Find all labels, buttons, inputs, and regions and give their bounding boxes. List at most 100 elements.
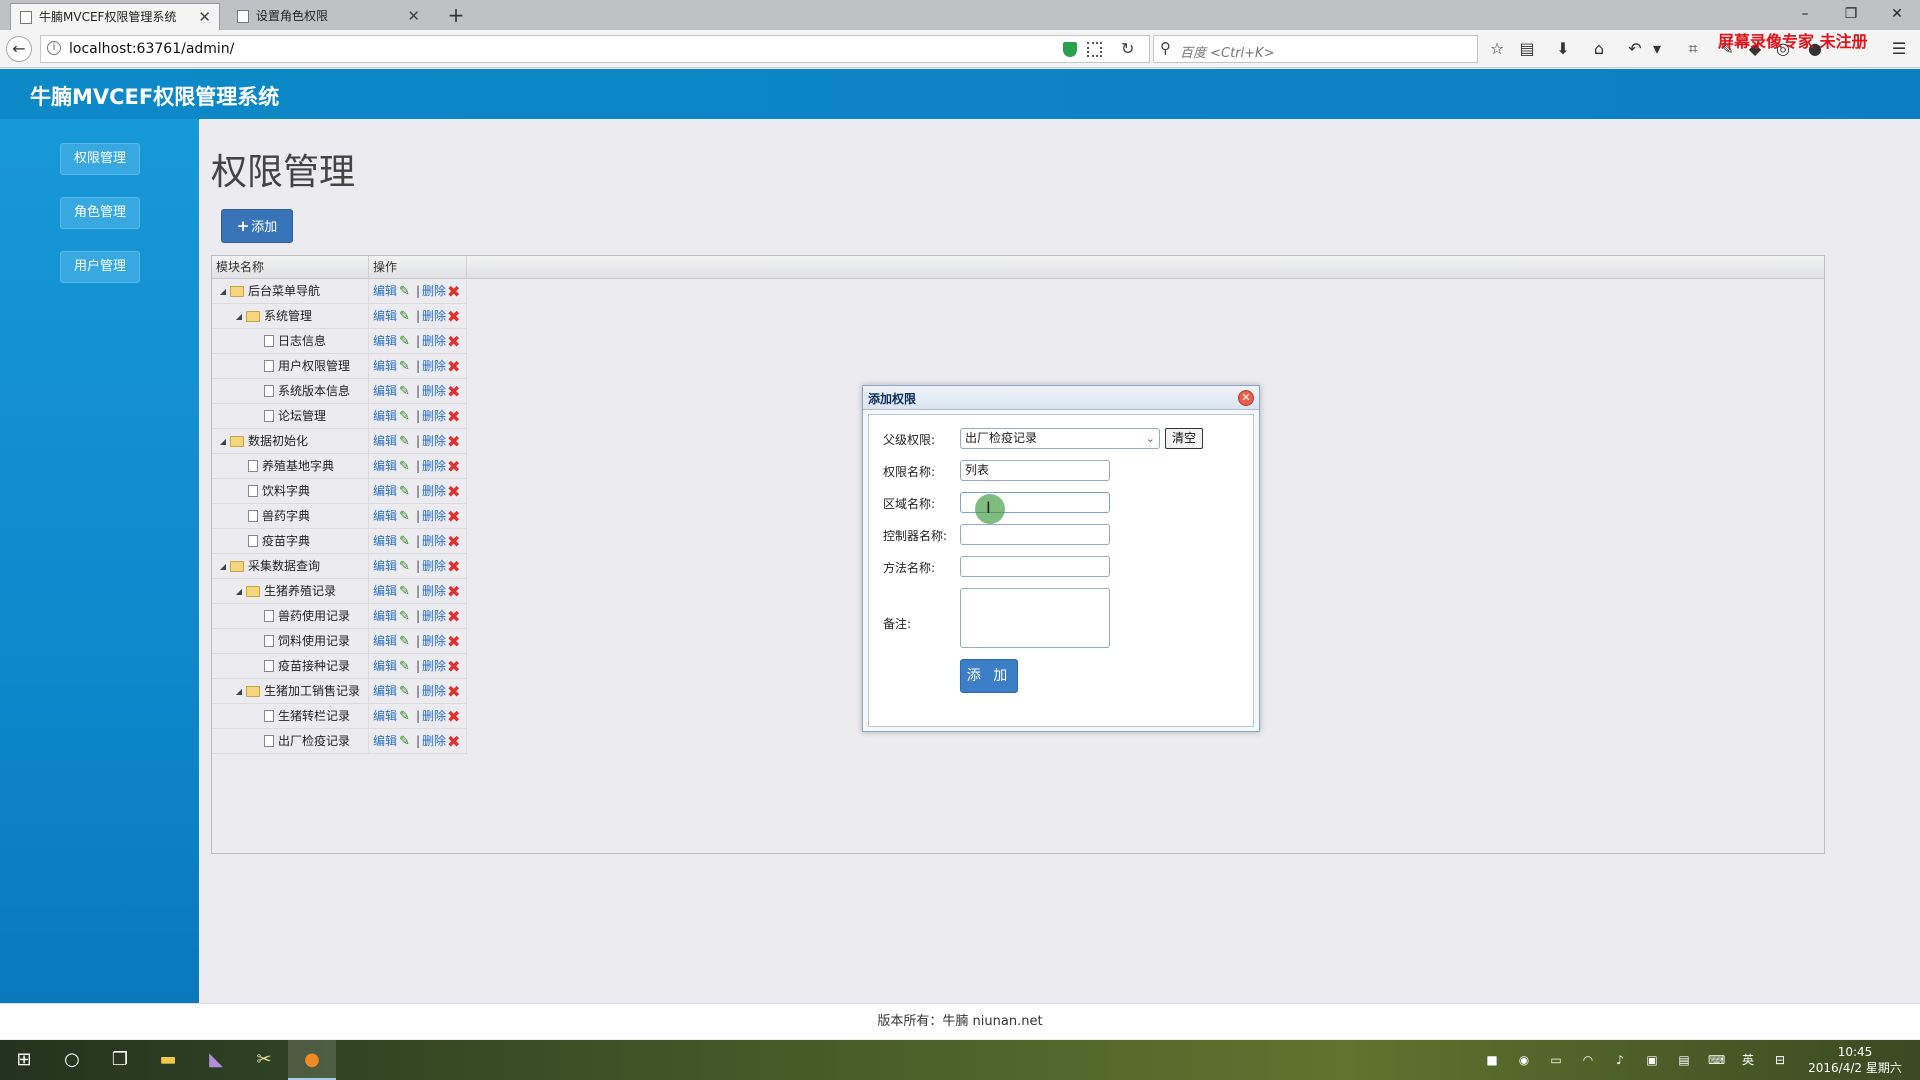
tray-recorder-icon[interactable]: ■ bbox=[1484, 1052, 1500, 1068]
search-bar[interactable]: ⚲ 百度 <Ctrl+K> bbox=[1153, 35, 1478, 63]
edit-link[interactable]: 编辑 bbox=[373, 279, 397, 304]
minimize-button[interactable]: – bbox=[1782, 0, 1828, 28]
pencil-icon[interactable]: ✎ bbox=[399, 479, 410, 504]
bookmark-star-icon[interactable]: ☆ bbox=[1486, 38, 1508, 60]
table-row[interactable]: ◢ 数据初始化 编辑 ✎ | 删除 ✖ bbox=[212, 429, 467, 454]
pencil-icon[interactable]: ✎ bbox=[399, 304, 410, 329]
home-icon[interactable]: ⌂ bbox=[1588, 38, 1610, 60]
delete-x-icon[interactable]: ✖ bbox=[447, 379, 460, 404]
close-icon[interactable]: ✕ bbox=[1238, 390, 1254, 406]
search-input[interactable]: 百度 <Ctrl+K> bbox=[1180, 42, 1274, 61]
close-window-button[interactable]: ✕ bbox=[1874, 0, 1920, 28]
edit-link[interactable]: 编辑 bbox=[373, 679, 397, 704]
tree-node-label[interactable]: 兽药字典 bbox=[262, 504, 310, 529]
table-row[interactable]: 养殖基地字典 编辑 ✎ | 删除 ✖ bbox=[212, 454, 467, 479]
edit-link[interactable]: 编辑 bbox=[373, 704, 397, 729]
pencil-icon[interactable]: ✎ bbox=[399, 679, 410, 704]
tree-node-label[interactable]: 出厂检疫记录 bbox=[278, 729, 350, 754]
tree-node-label[interactable]: 生猪养殖记录 bbox=[264, 579, 336, 604]
action-name-input[interactable] bbox=[960, 556, 1110, 577]
wifi-icon[interactable]: ◠ bbox=[1580, 1052, 1596, 1068]
browser-tab-admin[interactable]: 牛腩MVCEF权限管理系统 ✕ bbox=[10, 3, 220, 30]
delete-link[interactable]: 删除 bbox=[422, 604, 446, 629]
edit-link[interactable]: 编辑 bbox=[373, 304, 397, 329]
close-tab-icon[interactable]: ✕ bbox=[407, 3, 420, 30]
back-button[interactable]: ← bbox=[6, 36, 32, 62]
pencil-icon[interactable]: ✎ bbox=[399, 554, 410, 579]
download-icon[interactable]: ⬇ bbox=[1552, 38, 1574, 60]
action-center-icon[interactable]: ▤ bbox=[1676, 1052, 1692, 1068]
task-view-icon[interactable]: ❐ bbox=[96, 1040, 144, 1080]
delete-link[interactable]: 删除 bbox=[422, 479, 446, 504]
table-row[interactable]: 兽药字典 编辑 ✎ | 删除 ✖ bbox=[212, 504, 467, 529]
pencil-icon[interactable]: ✎ bbox=[399, 329, 410, 354]
delete-link[interactable]: 删除 bbox=[422, 629, 446, 654]
pencil-icon[interactable]: ✎ bbox=[399, 404, 410, 429]
table-row[interactable]: ◢ 生猪养殖记录 编辑 ✎ | 删除 ✖ bbox=[212, 579, 467, 604]
tree-node-label[interactable]: 系统版本信息 bbox=[278, 379, 350, 404]
edit-link[interactable]: 编辑 bbox=[373, 479, 397, 504]
pencil-icon[interactable]: ✎ bbox=[399, 704, 410, 729]
ime-indicator[interactable]: 英 bbox=[1740, 1052, 1756, 1068]
url-bar[interactable]: i localhost:63761/admin/ ↻ bbox=[40, 35, 1150, 63]
dropdown-arrow-icon[interactable]: ▾ bbox=[1646, 38, 1668, 60]
reload-icon[interactable]: ↻ bbox=[1121, 39, 1134, 58]
search-circle-icon[interactable]: ○ bbox=[48, 1040, 96, 1080]
collapse-arrow-icon[interactable]: ◢ bbox=[218, 554, 228, 579]
table-row[interactable]: ◢ 系统管理 编辑 ✎ | 删除 ✖ bbox=[212, 304, 467, 329]
tray-app-icon[interactable]: ◉ bbox=[1516, 1052, 1532, 1068]
tree-node-label[interactable]: 饲料使用记录 bbox=[278, 629, 350, 654]
tree-node-label[interactable]: 生猪加工销售记录 bbox=[264, 679, 360, 704]
table-row[interactable]: 生猪转栏记录 编辑 ✎ | 删除 ✖ bbox=[212, 704, 467, 729]
pencil-icon[interactable]: ✎ bbox=[399, 429, 410, 454]
network-icon[interactable]: ▣ bbox=[1644, 1052, 1660, 1068]
add-button[interactable]: + 添加 bbox=[221, 209, 293, 243]
pencil-icon[interactable]: ✎ bbox=[399, 454, 410, 479]
delete-link[interactable]: 删除 bbox=[422, 729, 446, 754]
collapse-arrow-icon[interactable]: ◢ bbox=[234, 679, 244, 704]
tree-node-label[interactable]: 论坛管理 bbox=[278, 404, 326, 429]
delete-link[interactable]: 删除 bbox=[422, 504, 446, 529]
tree-node-label[interactable]: 数据初始化 bbox=[248, 429, 308, 454]
edit-link[interactable]: 编辑 bbox=[373, 554, 397, 579]
tree-node-label[interactable]: 系统管理 bbox=[264, 304, 312, 329]
column-header-module-name[interactable]: 模块名称 bbox=[212, 256, 369, 279]
restore-button[interactable]: ❐ bbox=[1828, 0, 1874, 28]
tree-node-label[interactable]: 养殖基地字典 bbox=[262, 454, 334, 479]
delete-x-icon[interactable]: ✖ bbox=[447, 579, 460, 604]
delete-link[interactable]: 删除 bbox=[422, 654, 446, 679]
table-row[interactable]: 疫苗接种记录 编辑 ✎ | 删除 ✖ bbox=[212, 654, 467, 679]
parent-permission-select[interactable]: 出厂检疫记录 ⌄ bbox=[960, 428, 1160, 449]
info-icon[interactable]: i bbox=[47, 41, 61, 55]
table-row[interactable]: 用户权限管理 编辑 ✎ | 删除 ✖ bbox=[212, 354, 467, 379]
edit-link[interactable]: 编辑 bbox=[373, 579, 397, 604]
edit-link[interactable]: 编辑 bbox=[373, 504, 397, 529]
keyboard-icon[interactable]: ⌨ bbox=[1708, 1052, 1725, 1068]
delete-x-icon[interactable]: ✖ bbox=[447, 479, 460, 504]
pencil-icon[interactable]: ✎ bbox=[399, 579, 410, 604]
sidebar-item-users[interactable]: 用户管理 bbox=[60, 251, 140, 283]
delete-link[interactable]: 删除 bbox=[422, 354, 446, 379]
pencil-icon[interactable]: ✎ bbox=[399, 629, 410, 654]
table-row[interactable]: 饲料使用记录 编辑 ✎ | 删除 ✖ bbox=[212, 629, 467, 654]
delete-link[interactable]: 删除 bbox=[422, 529, 446, 554]
taskbar-clock[interactable]: 10:45 2016/4/2 星期六 bbox=[1800, 1044, 1910, 1076]
tree-node-label[interactable]: 饮料字典 bbox=[262, 479, 310, 504]
delete-x-icon[interactable]: ✖ bbox=[447, 279, 460, 304]
delete-x-icon[interactable]: ✖ bbox=[447, 604, 460, 629]
pencil-icon[interactable]: ✎ bbox=[399, 654, 410, 679]
edit-link[interactable]: 编辑 bbox=[373, 379, 397, 404]
table-row[interactable]: 兽药使用记录 编辑 ✎ | 删除 ✖ bbox=[212, 604, 467, 629]
delete-x-icon[interactable]: ✖ bbox=[447, 354, 460, 379]
pencil-icon[interactable]: ✎ bbox=[399, 279, 410, 304]
pencil-icon[interactable]: ✎ bbox=[399, 354, 410, 379]
edit-link[interactable]: 编辑 bbox=[373, 604, 397, 629]
clear-button[interactable]: 清空 bbox=[1165, 428, 1203, 449]
ime-mode-icon[interactable]: ⊟ bbox=[1772, 1052, 1788, 1068]
permission-name-input[interactable]: 列表 bbox=[960, 460, 1110, 481]
start-button[interactable]: ⊞ bbox=[0, 1040, 48, 1080]
visual-studio-icon[interactable]: ◣ bbox=[192, 1040, 240, 1080]
file-explorer-icon[interactable]: ▬ bbox=[144, 1040, 192, 1080]
delete-x-icon[interactable]: ✖ bbox=[447, 629, 460, 654]
shield-icon[interactable] bbox=[1063, 42, 1077, 57]
